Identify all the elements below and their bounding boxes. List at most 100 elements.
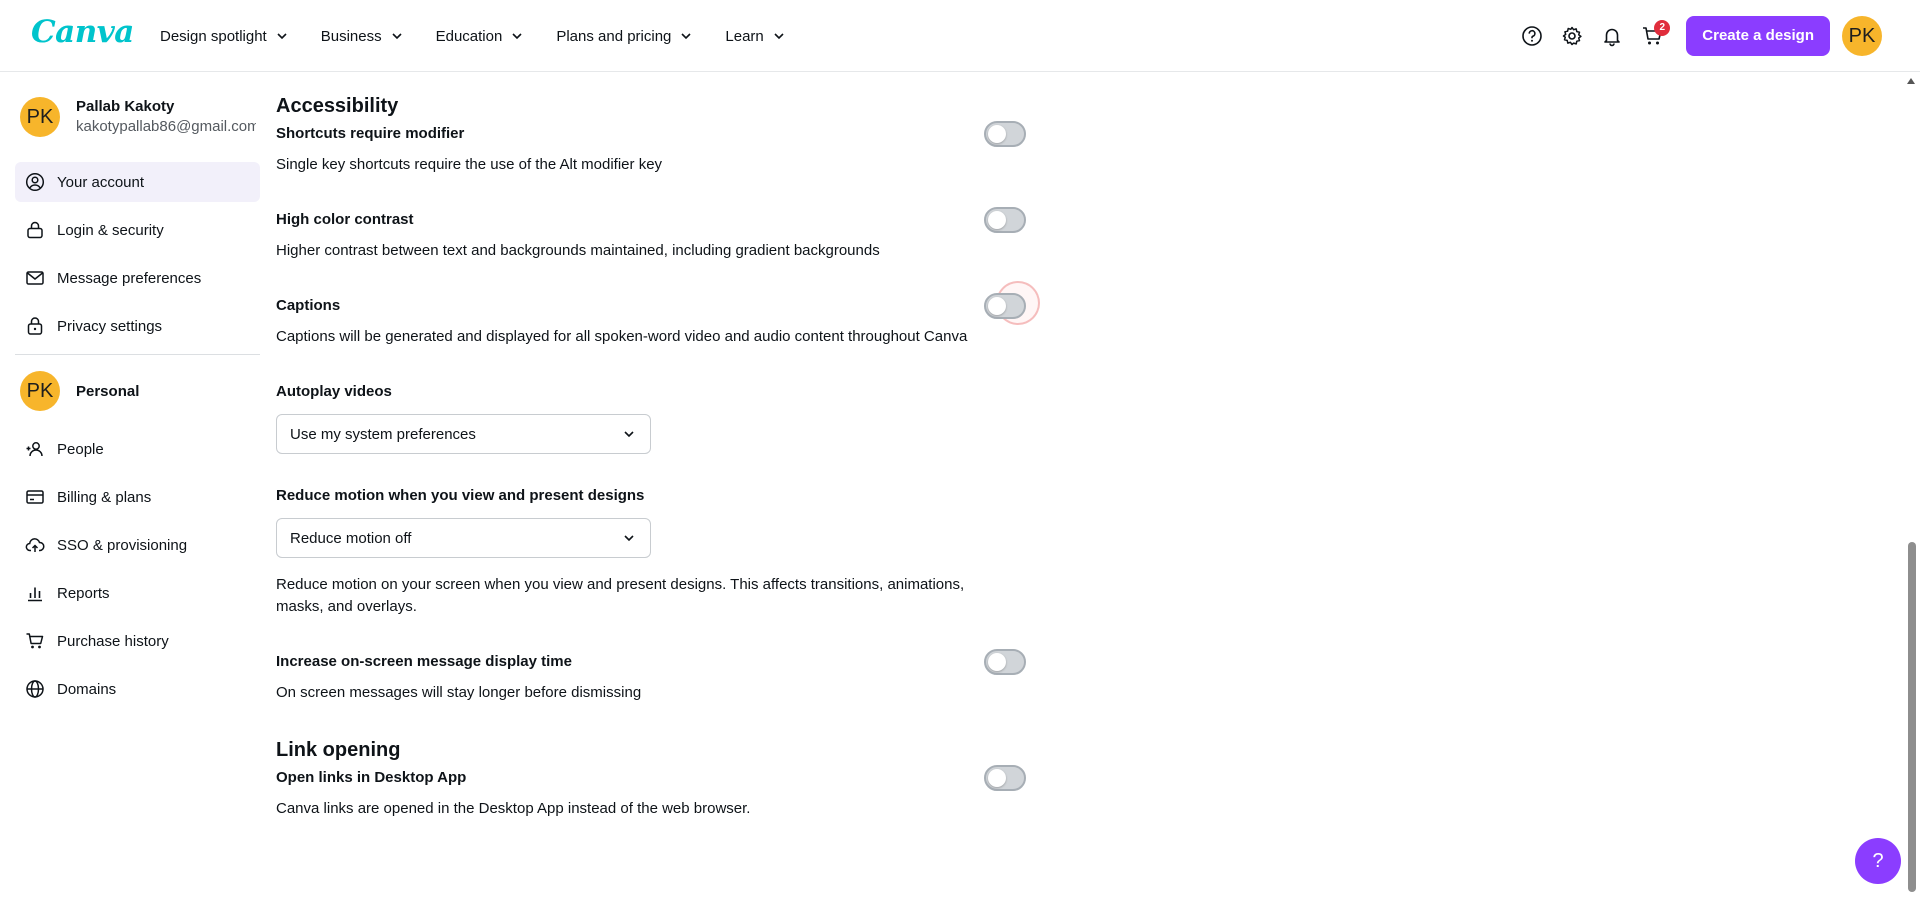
profile-avatar: PK [20, 97, 60, 137]
setting-description: Single key shortcuts require the use of … [276, 156, 663, 173]
sidebar-item-purchase-history[interactable]: Purchase history [15, 621, 260, 661]
setting-description: On screen messages will stay longer befo… [276, 684, 642, 701]
sidebar-item-sso-provisioning[interactable]: SSO & provisioning [15, 525, 260, 565]
sidebar-item-login-security[interactable]: Login & security [15, 210, 260, 250]
envelope-icon [26, 271, 44, 285]
create-design-button[interactable]: Create a design [1686, 16, 1830, 56]
cart-icon [26, 633, 44, 649]
nav-label: Plans and pricing [556, 27, 672, 45]
setting-title: High color contrast [276, 211, 414, 228]
cart-count-badge: 2 [1654, 20, 1671, 36]
bar-chart-icon [28, 587, 42, 602]
team-avatar: PK [20, 371, 60, 411]
team-summary: PK Personal [15, 369, 260, 413]
scroll-up-arrow-icon[interactable] [1907, 78, 1915, 84]
sidebar-item-reports[interactable]: Reports [15, 573, 260, 613]
setting-title: Reduce motion when you view and present … [276, 487, 645, 504]
sidebar-item-label: Your account [57, 173, 145, 191]
profile-summary: PK Pallab Kakoty kakotypallab86@gmail.co… [15, 72, 260, 162]
scrollbar-thumb[interactable] [1908, 542, 1916, 892]
setting-description: Reduce motion on your screen when you vi… [276, 576, 965, 615]
nav-learn[interactable]: Learn [713, 16, 797, 56]
lock-icon [27, 221, 43, 239]
setting-captions: Captions Captions will be generated and … [276, 281, 1040, 348]
floating-help-button[interactable]: ? [1855, 838, 1901, 884]
link-opening-heading: Link opening [276, 739, 401, 761]
nav-label: Design spotlight [160, 27, 267, 45]
nav-design-spotlight[interactable]: Design spotlight [148, 16, 301, 56]
sidebar-item-label: People [57, 440, 104, 458]
sidebar-item-label: SSO & provisioning [57, 536, 188, 554]
open-links-desktop-toggle[interactable] [984, 765, 1026, 791]
profile-email: kakotypallab86@gmail.com [76, 118, 256, 135]
chevron-down-icon [774, 33, 784, 40]
settings-button[interactable] [1552, 16, 1592, 56]
people-add-icon [26, 442, 43, 457]
setting-title: Autoplay videos [276, 383, 392, 400]
setting-message-display-time: Increase on-screen message display time … [276, 649, 1026, 704]
chevron-down-icon [681, 33, 691, 40]
sidebar-item-your-account[interactable]: Your account [15, 162, 260, 202]
chevron-down-icon [392, 33, 402, 40]
setting-high-contrast: High color contrast Higher contrast betw… [276, 207, 1026, 262]
setting-title: Captions [276, 297, 341, 314]
reduce-motion-select[interactable]: Reduce motion off [276, 518, 651, 558]
header-actions: 2 Create a design PK [1512, 0, 1920, 72]
sidebar-item-label: Purchase history [57, 632, 169, 650]
select-value: Use my system preferences [290, 425, 476, 443]
nav-label: Learn [725, 27, 764, 45]
user-circle-icon [25, 172, 45, 192]
setting-title: Shortcuts require modifier [276, 125, 465, 142]
setting-open-links-desktop: Open links in Desktop App Canva links ar… [276, 765, 1026, 820]
nav-business[interactable]: Business [309, 16, 416, 56]
profile-text: Pallab Kakoty kakotypallab86@gmail.com [76, 97, 256, 137]
sidebar-divider [15, 354, 260, 355]
sidebar-item-billing-plans[interactable]: Billing & plans [15, 477, 260, 517]
chevron-down-icon [624, 535, 634, 542]
nav-education[interactable]: Education [424, 16, 537, 56]
cloud-upload-icon [25, 538, 45, 552]
canva-logo[interactable]: Canva [31, 14, 134, 50]
team-name: Personal [76, 382, 140, 400]
select-value: Reduce motion off [290, 529, 412, 547]
gear-icon [1563, 26, 1582, 46]
settings-main: Accessibility Shortcuts require modifier… [276, 72, 1040, 820]
captions-toggle[interactable] [984, 293, 1026, 319]
cart-button[interactable]: 2 [1632, 16, 1672, 56]
sidebar-item-label: Reports [57, 584, 110, 602]
autoplay-videos-select[interactable]: Use my system preferences [276, 414, 651, 454]
setting-autoplay-videos: Autoplay videos Use my system preference… [276, 382, 1026, 454]
sidebar-item-people[interactable]: People [15, 429, 260, 469]
sidebar-item-label: Billing & plans [57, 488, 152, 506]
nav-label: Education [435, 27, 503, 45]
sidebar-item-label: Privacy settings [57, 317, 163, 335]
sidebar-item-label: Message preferences [57, 269, 202, 287]
sidebar-item-privacy-settings[interactable]: Privacy settings [15, 306, 260, 346]
message-display-time-toggle[interactable] [984, 649, 1026, 675]
chevron-down-icon [512, 33, 522, 40]
notifications-button[interactable] [1592, 16, 1632, 56]
globe-icon [26, 680, 44, 698]
user-avatar[interactable]: PK [1842, 16, 1882, 56]
accessibility-heading: Accessibility [276, 95, 399, 117]
nav-label: Business [320, 27, 382, 45]
sidebar-item-label: Login & security [57, 221, 164, 239]
setting-title: Increase on-screen message display time [276, 653, 572, 670]
help-button[interactable] [1512, 16, 1552, 56]
nav-plans-pricing[interactable]: Plans and pricing [544, 16, 705, 56]
settings-sidebar: PK Pallab Kakoty kakotypallab86@gmail.co… [15, 72, 260, 717]
shortcuts-modifier-toggle[interactable] [984, 121, 1026, 147]
setting-reduce-motion: Reduce motion when you view and present … [276, 486, 1026, 618]
setting-description: Higher contrast between text and backgro… [276, 242, 880, 259]
setting-shortcuts-modifier: Shortcuts require modifier Single key sh… [276, 121, 1026, 176]
high-contrast-toggle[interactable] [984, 207, 1026, 233]
sidebar-item-message-preferences[interactable]: Message preferences [15, 258, 260, 298]
chevron-down-icon [277, 33, 287, 40]
setting-title: Open links in Desktop App [276, 769, 467, 786]
bell-icon [1604, 28, 1621, 47]
chevron-down-icon [624, 431, 634, 438]
sidebar-item-domains[interactable]: Domains [15, 669, 260, 709]
sidebar-item-label: Domains [57, 680, 117, 698]
setting-description: Canva links are opened in the Desktop Ap… [276, 800, 751, 817]
page-scrollbar[interactable] [1906, 72, 1918, 900]
